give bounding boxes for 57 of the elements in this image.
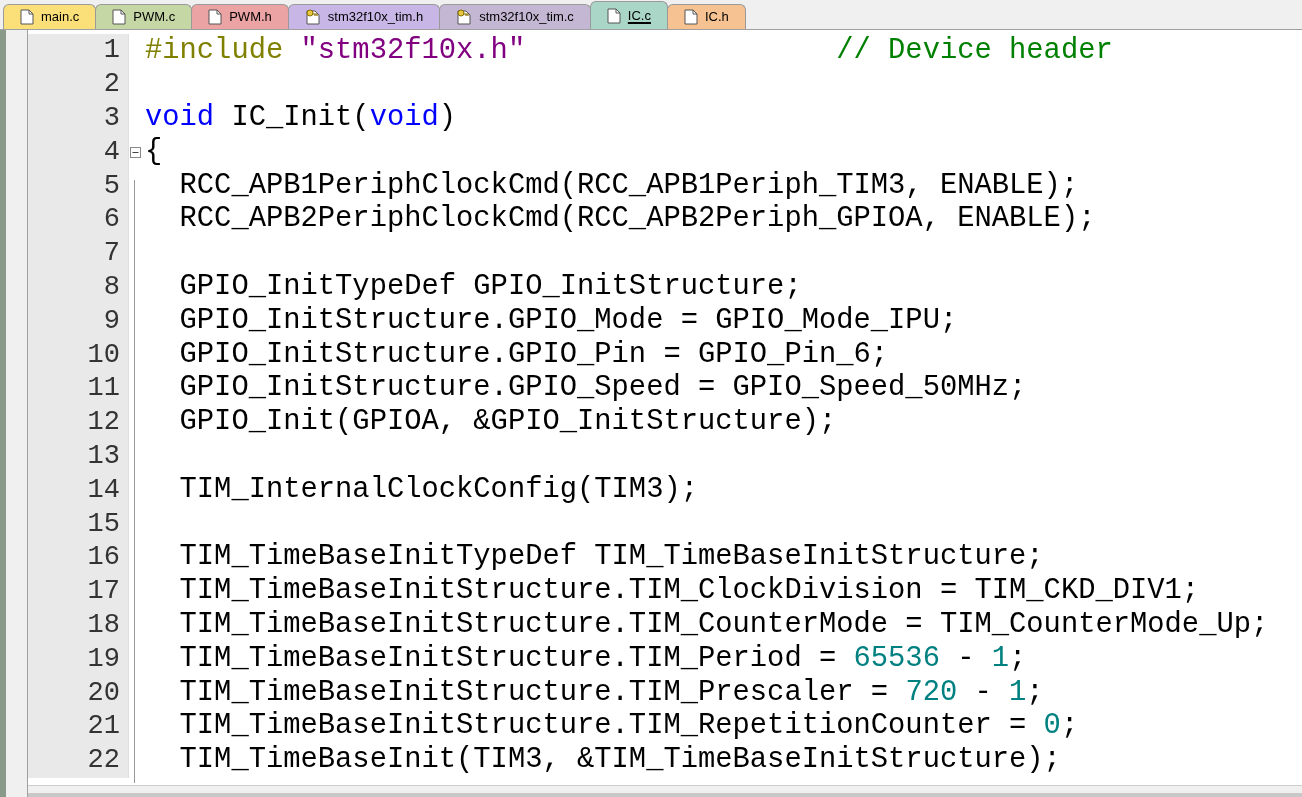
code-line: #include "stm32f10x.h" // Device header xyxy=(145,33,1113,67)
code-line: RCC_APB2PeriphClockCmd(RCC_APB2Periph_GPIOA, ENABLE); xyxy=(178,202,1096,236)
document-icon xyxy=(208,9,223,25)
file-tab[interactable]: PWM.h xyxy=(191,4,289,29)
code-line: void IC_Init(void) xyxy=(145,101,457,135)
key-document-icon xyxy=(304,9,321,25)
document-icon xyxy=(606,7,621,24)
collapse-icon[interactable] xyxy=(129,146,141,158)
line-number: 7 xyxy=(103,240,120,268)
code-line: TIM_TimeBaseInitStructure.TIM_Prescaler = 720 - 1; xyxy=(178,675,1044,709)
code-line: TIM_TimeBaseInitStructure.TIM_ClockDivision = TIM_CKD_DIV1; xyxy=(178,574,1200,608)
line-number: 13 xyxy=(87,442,120,470)
document-icon xyxy=(112,9,127,25)
code-line: GPIO_InitStructure.GPIO_Mode = GPIO_Mode_IPU; xyxy=(178,303,958,337)
file-tab[interactable]: IC.h xyxy=(666,4,746,29)
code-line: TIM_TimeBaseInitTypeDef TIM_TimeBaseInitStructure; xyxy=(178,540,1044,574)
code-line: TIM_TimeBaseInit(TIM3, &TIM_TimeBaseInitStructure); xyxy=(178,743,1061,777)
code-line: TIM_InternalClockConfig(TIM3); xyxy=(178,472,698,506)
line-number: 15 xyxy=(87,510,120,538)
line-number: 12 xyxy=(87,409,120,437)
code-line: TIM_TimeBaseInitStructure.TIM_RepetitionCounter = 0; xyxy=(178,709,1079,743)
file-tab[interactable]: main.c xyxy=(3,4,97,29)
code-line: GPIO_InitStructure.GPIO_Pin = GPIO_Pin_6; xyxy=(178,337,889,371)
horizontal-scrollbar[interactable] xyxy=(28,785,1302,797)
key-document-icon xyxy=(456,9,473,25)
line-number: 8 xyxy=(103,273,120,301)
code-line: TIM_TimeBaseInitStructure.TIM_Period = 65536 - 1; xyxy=(178,641,1027,675)
line-number: 17 xyxy=(87,578,120,606)
line-number: 10 xyxy=(87,341,120,369)
code-line: RCC_APB1PeriphClockCmd(RCC_APB1Periph_TIM3, ENABLE); xyxy=(178,168,1079,202)
line-number: 18 xyxy=(87,611,120,639)
code-line: TIM_TimeBaseInitStructure.TIM_CounterMode = TIM_CounterMode_Up; xyxy=(178,608,1269,642)
file-tab[interactable]: IC.c xyxy=(589,1,668,29)
line-number: 16 xyxy=(87,544,120,572)
line-number: 4 xyxy=(103,138,120,166)
file-tab[interactable]: PWM.c xyxy=(95,4,193,29)
line-number: 6 xyxy=(103,206,120,234)
code-line: GPIO_Init(GPIOA, &GPIO_InitStructure); xyxy=(178,405,837,439)
file-tab[interactable]: stm32f10x_tim.c xyxy=(439,4,591,29)
line-number: 19 xyxy=(87,645,120,673)
code-line: GPIO_InitStructure.GPIO_Speed = GPIO_Speed_50MHz; xyxy=(178,371,1027,405)
document-icon xyxy=(20,9,34,25)
line-number: 11 xyxy=(87,375,120,403)
code-line: GPIO_InitTypeDef GPIO_InitStructure; xyxy=(178,270,802,304)
code-editor[interactable] xyxy=(28,30,1302,797)
line-number: 20 xyxy=(87,679,120,707)
code-line: { xyxy=(145,134,163,168)
document-icon xyxy=(683,9,698,25)
line-number: 5 xyxy=(103,172,120,200)
line-number: 9 xyxy=(103,307,120,335)
line-number: 1 xyxy=(103,37,120,65)
line-number: 21 xyxy=(87,713,120,741)
file-tab[interactable]: stm32f10x_tim.h xyxy=(287,4,441,29)
line-number: 3 xyxy=(103,105,120,132)
line-number: 2 xyxy=(103,71,120,99)
line-number: 14 xyxy=(87,476,120,504)
line-number: 22 xyxy=(87,747,120,775)
